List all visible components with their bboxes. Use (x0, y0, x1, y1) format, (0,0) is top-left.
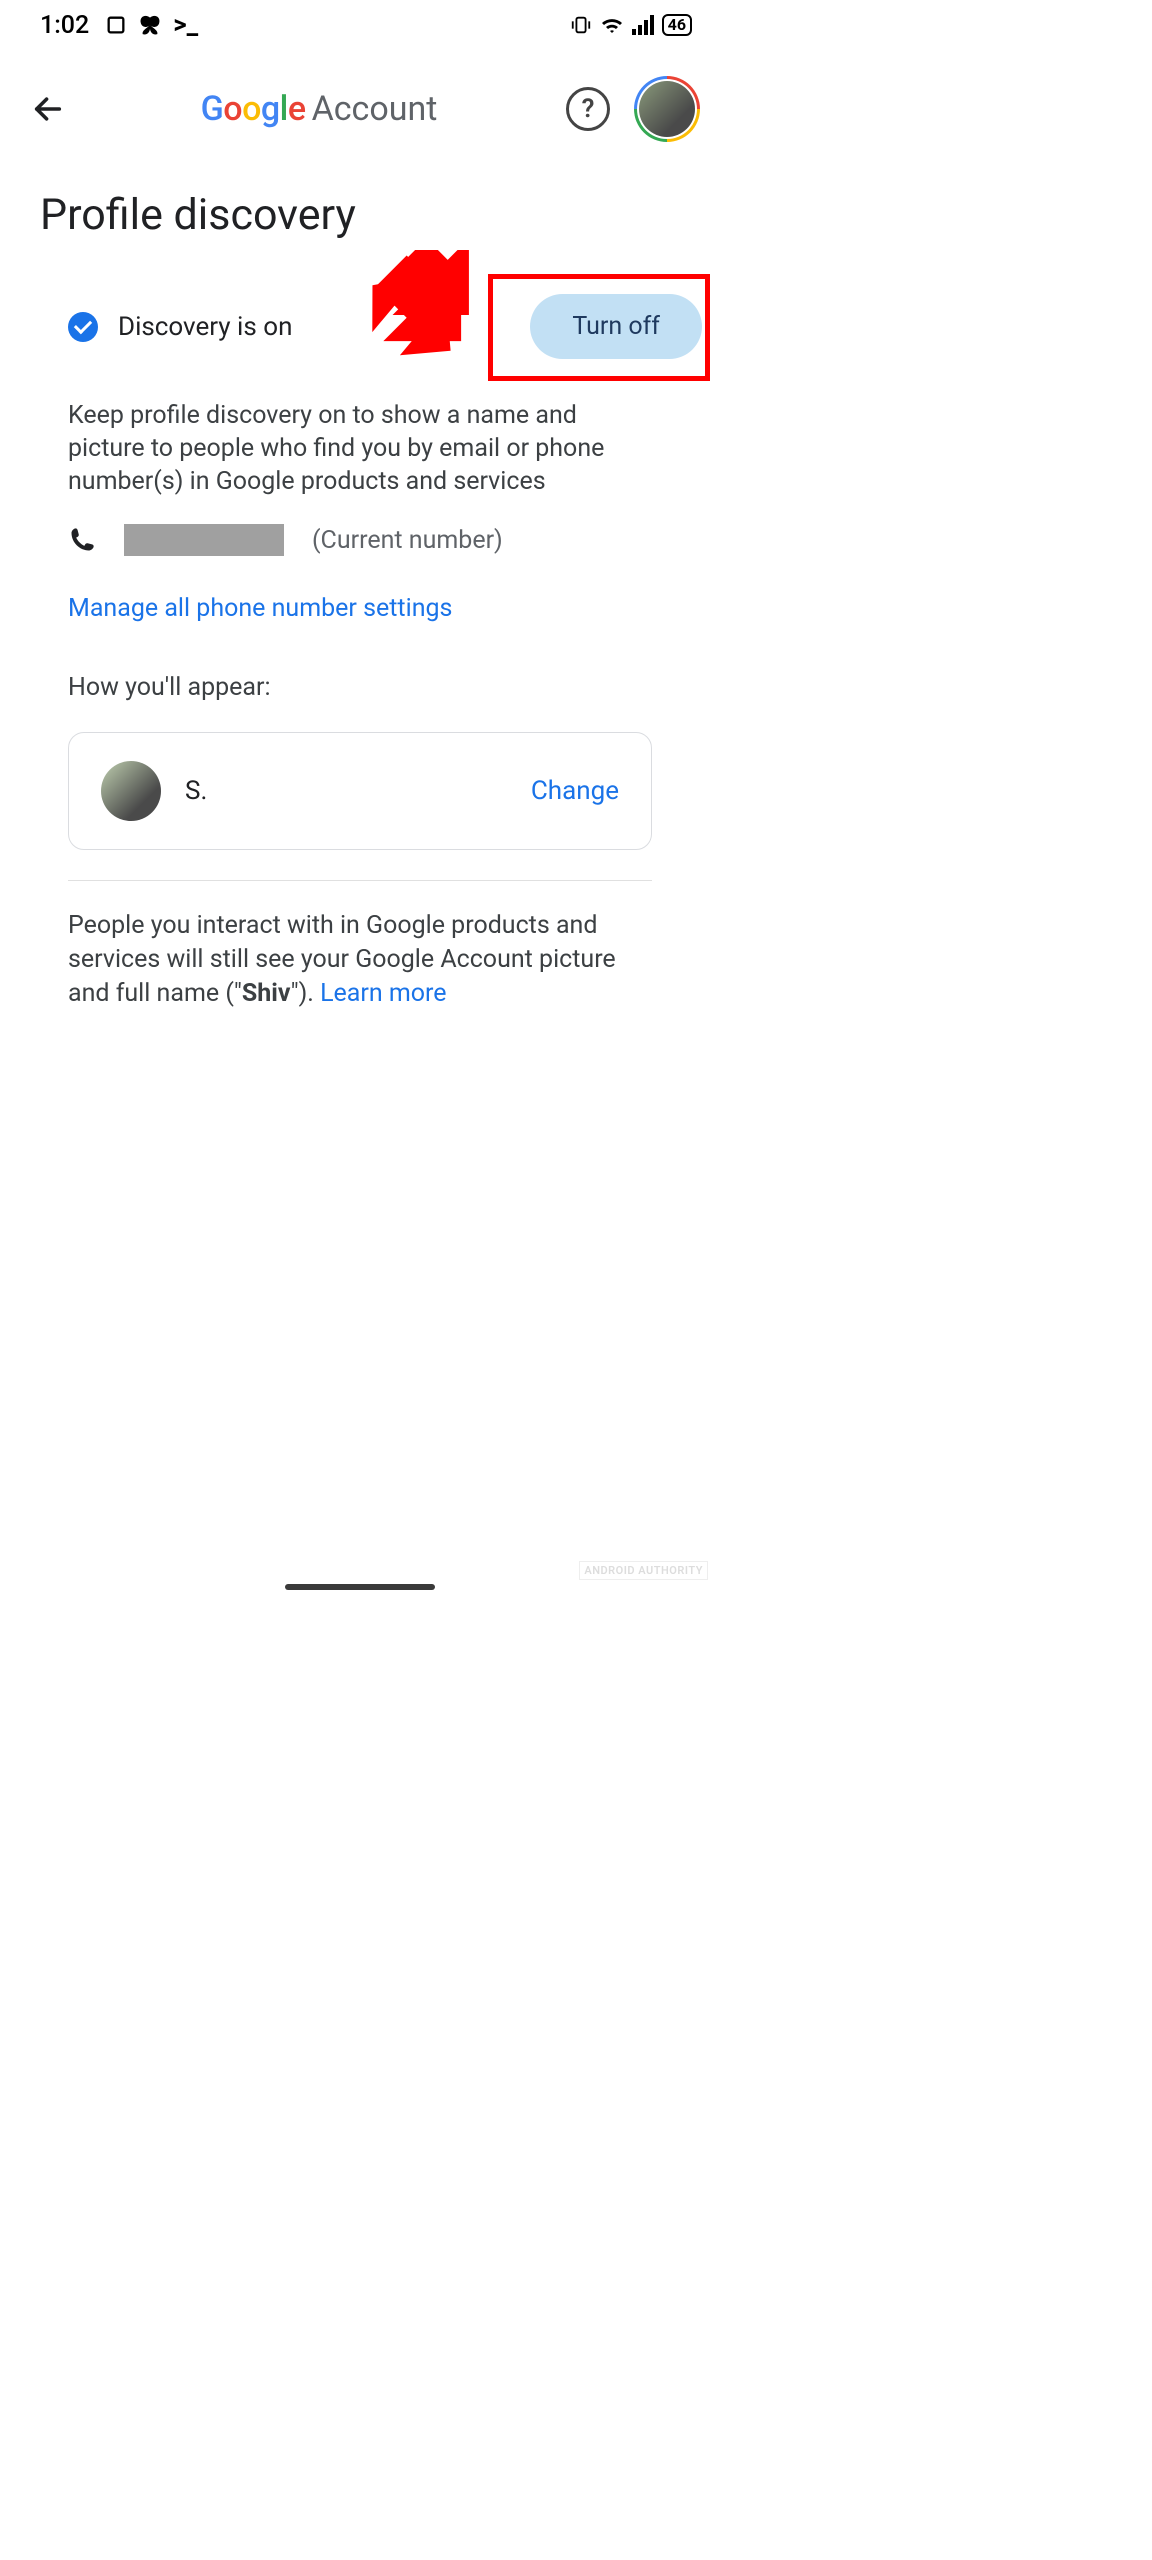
appearance-label: How you'll appear: (0, 623, 720, 722)
header-title: Google Account (80, 89, 558, 129)
battery-indicator: 46 (662, 14, 692, 36)
avatar-image (639, 81, 695, 137)
butterfly-icon (137, 14, 163, 36)
footer-name: Shiv (242, 979, 291, 1008)
signal-icon (632, 15, 654, 35)
discovery-description: Keep profile discovery on to show a name… (0, 373, 720, 498)
square-icon (105, 14, 127, 36)
status-bar: 1:02 >_ 46 (0, 0, 720, 48)
status-left: 1:02 >_ (40, 10, 198, 40)
app-header: Google Account ? (0, 48, 720, 170)
back-arrow-icon (31, 92, 65, 126)
status-time: 1:02 (40, 11, 89, 40)
wifi-icon (600, 15, 624, 35)
appearance-card: S. Change (68, 732, 652, 850)
phone-number-row: (Current number) (0, 498, 720, 556)
page-title: Profile discovery (0, 170, 720, 280)
navigation-handle[interactable] (285, 1584, 435, 1590)
learn-more-link[interactable]: Learn more (320, 979, 446, 1008)
status-right: 46 (570, 14, 692, 36)
watermark: ANDROID AUTHORITY (579, 1561, 708, 1580)
manage-phone-settings-link[interactable]: Manage all phone number settings (0, 556, 720, 623)
help-button[interactable]: ? (566, 87, 610, 131)
discovery-status-row: Discovery is on Turn off (0, 280, 720, 373)
change-link[interactable]: Change (531, 776, 619, 806)
header-account-label: Account (312, 89, 438, 129)
back-button[interactable] (24, 85, 72, 133)
terminal-icon: >_ (173, 10, 198, 40)
footer-description: People you interact with in Google produ… (0, 881, 720, 1011)
phone-icon (68, 526, 96, 554)
footer-text-after: "). (291, 979, 321, 1008)
phone-current-label: (Current number) (312, 526, 503, 555)
turn-off-button[interactable]: Turn off (530, 294, 702, 359)
account-avatar[interactable] (634, 76, 700, 142)
check-icon (68, 312, 98, 342)
phone-number-redacted (124, 524, 284, 556)
appearance-name: S. (185, 776, 507, 806)
discovery-status-text: Discovery is on (118, 312, 530, 342)
vibrate-icon (570, 14, 592, 36)
appearance-avatar (101, 761, 161, 821)
